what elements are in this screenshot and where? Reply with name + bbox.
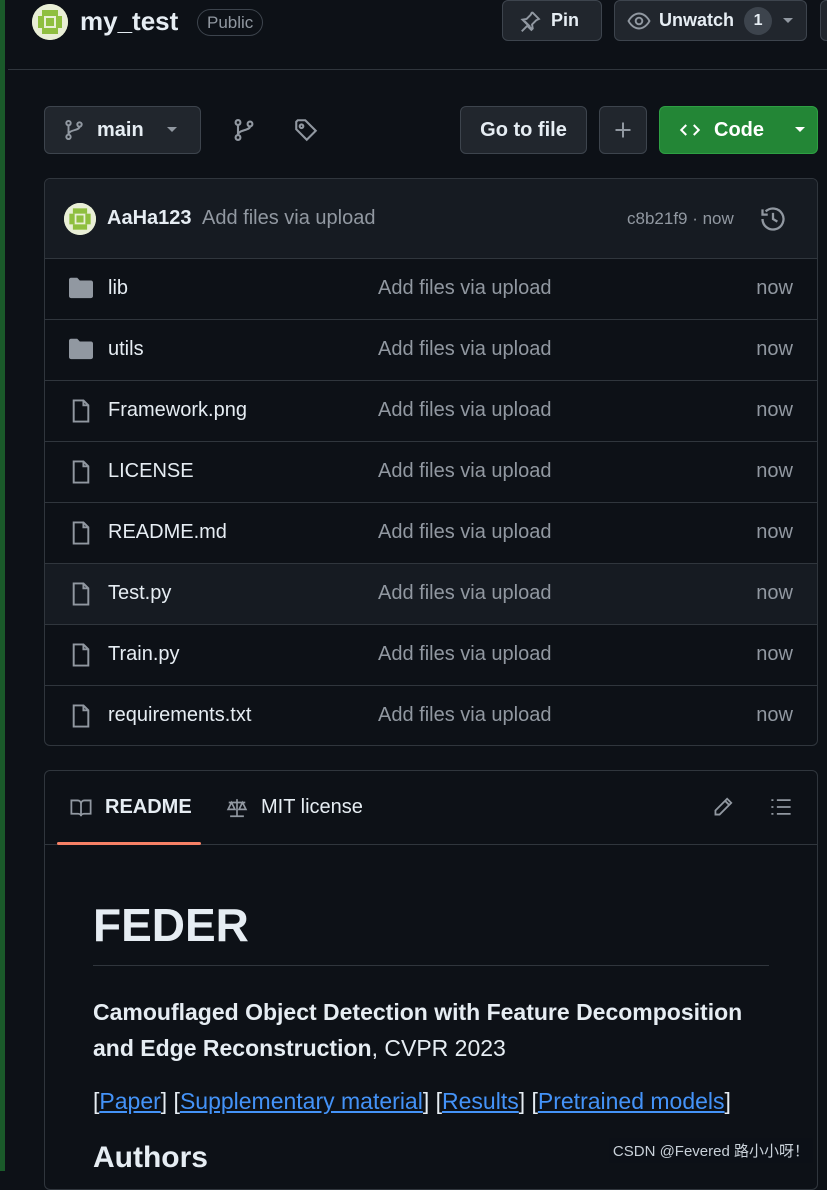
supplementary-link[interactable]: Supplementary material bbox=[180, 1088, 423, 1114]
add-file-button[interactable] bbox=[599, 106, 647, 154]
file-row[interactable]: README.md Add files via upload now bbox=[45, 503, 817, 564]
caret-down-icon bbox=[166, 126, 178, 134]
pencil-icon bbox=[712, 796, 734, 818]
paper-venue: , CVPR 2023 bbox=[372, 1035, 506, 1061]
repo-header: my_test Public Pin Unwatch 1 bbox=[8, 0, 827, 70]
file-row[interactable]: Train.py Add files via upload now bbox=[45, 625, 817, 686]
commit-author[interactable]: AaHa123 bbox=[107, 207, 192, 230]
unwatch-dropdown[interactable] bbox=[770, 1, 806, 40]
pretrained-models-link[interactable]: Pretrained models bbox=[538, 1088, 725, 1114]
file-commit-message[interactable]: Add files via upload bbox=[378, 277, 551, 300]
file-commit-time: now bbox=[756, 643, 793, 666]
folder-icon bbox=[67, 276, 95, 302]
file-row[interactable]: Test.py Add files via upload now bbox=[45, 564, 817, 625]
file-commit-message[interactable]: Add files via upload bbox=[378, 582, 551, 605]
readme-panel: README MIT license bbox=[44, 770, 818, 1190]
file-commit-time: now bbox=[756, 338, 793, 361]
file-commit-message[interactable]: Add files via upload bbox=[378, 704, 551, 727]
list-icon bbox=[769, 796, 793, 818]
file-name-link[interactable]: README.md bbox=[108, 521, 227, 544]
file-name-link[interactable]: Train.py bbox=[108, 643, 180, 666]
branch-icon bbox=[63, 119, 85, 141]
file-icon bbox=[67, 459, 95, 485]
file-name-link[interactable]: utils bbox=[108, 338, 144, 361]
book-icon bbox=[69, 797, 93, 819]
unwatch-button[interactable]: Unwatch 1 bbox=[614, 0, 807, 41]
file-row[interactable]: lib Add files via upload now bbox=[45, 259, 817, 320]
left-edge-stripe bbox=[0, 0, 8, 1171]
file-icon bbox=[67, 520, 95, 546]
file-name-link[interactable]: Framework.png bbox=[108, 399, 247, 422]
code-button[interactable]: Code bbox=[659, 106, 818, 154]
watermark: CSDN @Fevered 路小小呀！ bbox=[609, 1138, 813, 1163]
resource-links: [Paper] [Supplementary material] [Result… bbox=[93, 1088, 769, 1115]
file-name-link[interactable]: LICENSE bbox=[108, 460, 194, 483]
code-icon bbox=[678, 120, 702, 140]
commit-author-avatar[interactable] bbox=[64, 203, 96, 235]
file-commit-time: now bbox=[756, 399, 793, 422]
tab-license-label: MIT license bbox=[261, 796, 363, 819]
branches-link[interactable] bbox=[230, 116, 258, 144]
file-commit-time: now bbox=[756, 521, 793, 544]
file-commit-message[interactable]: Add files via upload bbox=[378, 643, 551, 666]
commit-message[interactable]: Add files via upload bbox=[202, 207, 375, 230]
readme-title: FEDER bbox=[93, 897, 769, 966]
pin-label: Pin bbox=[551, 10, 579, 31]
watch-count: 1 bbox=[744, 7, 772, 35]
tab-license[interactable]: MIT license bbox=[225, 771, 363, 844]
file-icon bbox=[67, 398, 95, 424]
tab-readme[interactable]: README bbox=[57, 771, 201, 844]
fork-button-partial[interactable] bbox=[820, 0, 827, 41]
readme-tabs: README MIT license bbox=[45, 771, 817, 845]
caret-down-icon bbox=[782, 17, 794, 25]
file-commit-time: now bbox=[756, 704, 793, 727]
results-link[interactable]: Results bbox=[442, 1088, 519, 1114]
file-row[interactable]: utils Add files via upload now bbox=[45, 320, 817, 381]
tags-link[interactable] bbox=[292, 116, 320, 144]
edit-readme-button[interactable] bbox=[709, 793, 737, 821]
commit-hash-time[interactable]: c8b21f9 · now bbox=[627, 209, 734, 229]
file-icon bbox=[67, 581, 95, 607]
file-commit-time: now bbox=[756, 582, 793, 605]
file-commit-time: now bbox=[756, 460, 793, 483]
repo-name[interactable]: my_test bbox=[80, 6, 178, 37]
file-row[interactable]: requirements.txt Add files via upload now bbox=[45, 686, 817, 746]
paper-link[interactable]: Paper bbox=[99, 1088, 160, 1114]
latest-commit-row: AaHa123 Add files via upload c8b21f9 · n… bbox=[45, 179, 817, 259]
file-row[interactable]: Framework.png Add files via upload now bbox=[45, 381, 817, 442]
file-commit-message[interactable]: Add files via upload bbox=[378, 460, 551, 483]
code-label: Code bbox=[714, 119, 764, 142]
tag-icon bbox=[294, 118, 318, 142]
folder-icon bbox=[67, 337, 95, 363]
file-row[interactable]: LICENSE Add files via upload now bbox=[45, 442, 817, 503]
pin-icon bbox=[519, 10, 541, 32]
unwatch-label: Unwatch bbox=[659, 10, 734, 31]
file-icon bbox=[67, 703, 95, 729]
repo-owner-avatar[interactable] bbox=[32, 4, 68, 40]
branch-selector[interactable]: main bbox=[44, 106, 201, 154]
git-branch-icon bbox=[232, 118, 256, 142]
file-name-link[interactable]: Test.py bbox=[108, 582, 171, 605]
file-name-link[interactable]: lib bbox=[108, 277, 128, 300]
history-icon[interactable] bbox=[759, 205, 787, 233]
file-commit-time: now bbox=[756, 277, 793, 300]
visibility-badge: Public bbox=[197, 9, 263, 36]
plus-icon bbox=[613, 120, 633, 140]
tab-readme-label: README bbox=[105, 796, 192, 819]
go-to-file-button[interactable]: Go to file bbox=[460, 106, 587, 154]
file-commit-message[interactable]: Add files via upload bbox=[378, 521, 551, 544]
caret-down-icon bbox=[794, 126, 806, 134]
file-commit-message[interactable]: Add files via upload bbox=[378, 338, 551, 361]
pin-button[interactable]: Pin bbox=[502, 0, 602, 41]
file-commit-message[interactable]: Add files via upload bbox=[378, 399, 551, 422]
readme-body: FEDER Camouflaged Object Detection with … bbox=[45, 897, 817, 1175]
file-list: AaHa123 Add files via upload c8b21f9 · n… bbox=[44, 178, 818, 746]
file-name-link[interactable]: requirements.txt bbox=[108, 704, 251, 727]
eye-icon bbox=[627, 9, 651, 33]
branch-name: main bbox=[97, 119, 144, 142]
law-icon bbox=[225, 797, 249, 819]
paper-citation: Camouflaged Object Detection with Featur… bbox=[93, 994, 769, 1066]
file-icon bbox=[67, 642, 95, 668]
outline-button[interactable] bbox=[767, 793, 795, 821]
